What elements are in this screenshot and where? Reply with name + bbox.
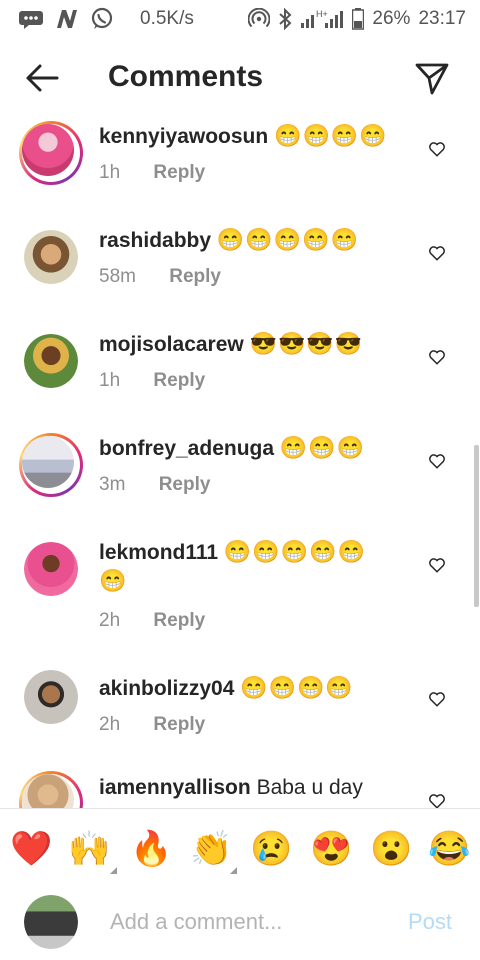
whatsapp-icon <box>91 7 113 29</box>
network-type: H+ <box>316 9 328 19</box>
reply-button[interactable]: Reply <box>153 162 205 183</box>
comment-emojis: 😁😁😁 <box>279 435 366 460</box>
messages-icon <box>19 11 43 29</box>
comment-time: 3m <box>99 474 126 495</box>
reply-button[interactable]: Reply <box>159 474 211 495</box>
heart-icon[interactable] <box>428 348 446 366</box>
comment-username[interactable]: rashidabby <box>99 229 211 252</box>
comment-time: 1h <box>99 370 121 391</box>
back-arrow-icon[interactable] <box>24 60 60 96</box>
reply-button[interactable]: Reply <box>153 370 205 391</box>
battery-icon <box>352 8 365 30</box>
avatar[interactable] <box>19 771 83 808</box>
heart-icon[interactable] <box>428 140 446 158</box>
n-app-icon <box>57 10 77 28</box>
reply-button[interactable]: Reply <box>153 610 205 631</box>
fire-emoji-button[interactable]: 🔥 <box>130 829 172 869</box>
page-title: Comments <box>108 60 264 93</box>
avatar[interactable] <box>24 542 78 596</box>
raised-hands-emoji-button[interactable]: 🙌 <box>68 829 110 869</box>
heart-eyes-emoji-button[interactable]: 😍 <box>310 829 352 869</box>
reply-button[interactable]: Reply <box>169 266 221 287</box>
laughing-emoji-button[interactable]: 😂 <box>428 829 470 869</box>
post-button[interactable]: Post <box>408 909 452 935</box>
avatar[interactable] <box>24 230 78 284</box>
comments-list[interactable]: kennyiyawoosun 😁😁😁😁 1h Reply rashidabby … <box>0 118 480 808</box>
skin-tone-indicator <box>230 867 237 874</box>
network-speed: 0.5K/s <box>140 8 194 29</box>
surprised-emoji-button[interactable]: 😮 <box>370 829 412 869</box>
battery-level: 26% <box>372 8 411 29</box>
comment-composer: Post <box>0 885 480 960</box>
heart-icon[interactable] <box>428 452 446 470</box>
quick-emoji-bar: ❤️ 🙌 🔥 👏 😢 😍 😮 😂 <box>0 808 480 886</box>
hotspot-icon <box>248 8 271 28</box>
header: Comments <box>0 38 480 118</box>
comment-text: Baba u day <box>256 776 363 799</box>
direct-send-icon[interactable] <box>414 60 450 96</box>
scrollbar[interactable] <box>474 445 479 607</box>
comment-username[interactable]: kennyiyawoosun <box>99 125 268 148</box>
signal-icon: H+ <box>301 9 344 28</box>
status-bar: 0.5K/s H+ 26% 23:17 <box>0 0 480 38</box>
comment-emojis: 😁😁😁😁 <box>240 675 354 700</box>
heart-icon[interactable] <box>428 556 446 574</box>
heart-icon[interactable] <box>428 244 446 262</box>
crying-emoji-button[interactable]: 😢 <box>250 829 292 869</box>
comment-emojis: 😎😎😎😎 <box>249 331 364 356</box>
comment-emojis: 😁😁😁😁😁 <box>223 539 366 564</box>
avatar[interactable] <box>19 433 83 497</box>
avatar[interactable] <box>19 121 83 185</box>
avatar[interactable] <box>24 334 78 388</box>
comment-time: 58m <box>99 266 136 287</box>
comment-time: 2h <box>99 610 121 631</box>
avatar[interactable] <box>24 670 78 724</box>
comment-time: 2h <box>99 714 121 735</box>
comment-emojis: 😁😁😁😁 <box>274 123 388 148</box>
skin-tone-indicator <box>110 867 117 874</box>
comment-username[interactable]: akinbolizzy04 <box>99 677 234 700</box>
heart-icon[interactable] <box>428 690 446 708</box>
heart-icon[interactable] <box>428 792 446 808</box>
clock: 23:17 <box>418 8 466 29</box>
comment-time: 1h <box>99 162 121 183</box>
comment-input[interactable] <box>108 903 392 941</box>
heart-emoji-button[interactable]: ❤️ <box>10 829 52 869</box>
comment-username[interactable]: lekmond111 <box>99 541 218 564</box>
avatar <box>24 895 78 949</box>
clap-emoji-button[interactable]: 👏 <box>190 829 232 869</box>
bluetooth-icon <box>279 8 292 30</box>
comment-emojis: 😁😁😁😁😁 <box>216 227 359 252</box>
reply-button[interactable]: Reply <box>153 714 205 735</box>
comment-emojis-continued: 😁 <box>99 568 128 593</box>
comment-username[interactable]: iamennyallison <box>99 776 251 799</box>
comment-username[interactable]: bonfrey_adenuga <box>99 437 274 460</box>
comment-username[interactable]: mojisolacarew <box>99 333 244 356</box>
